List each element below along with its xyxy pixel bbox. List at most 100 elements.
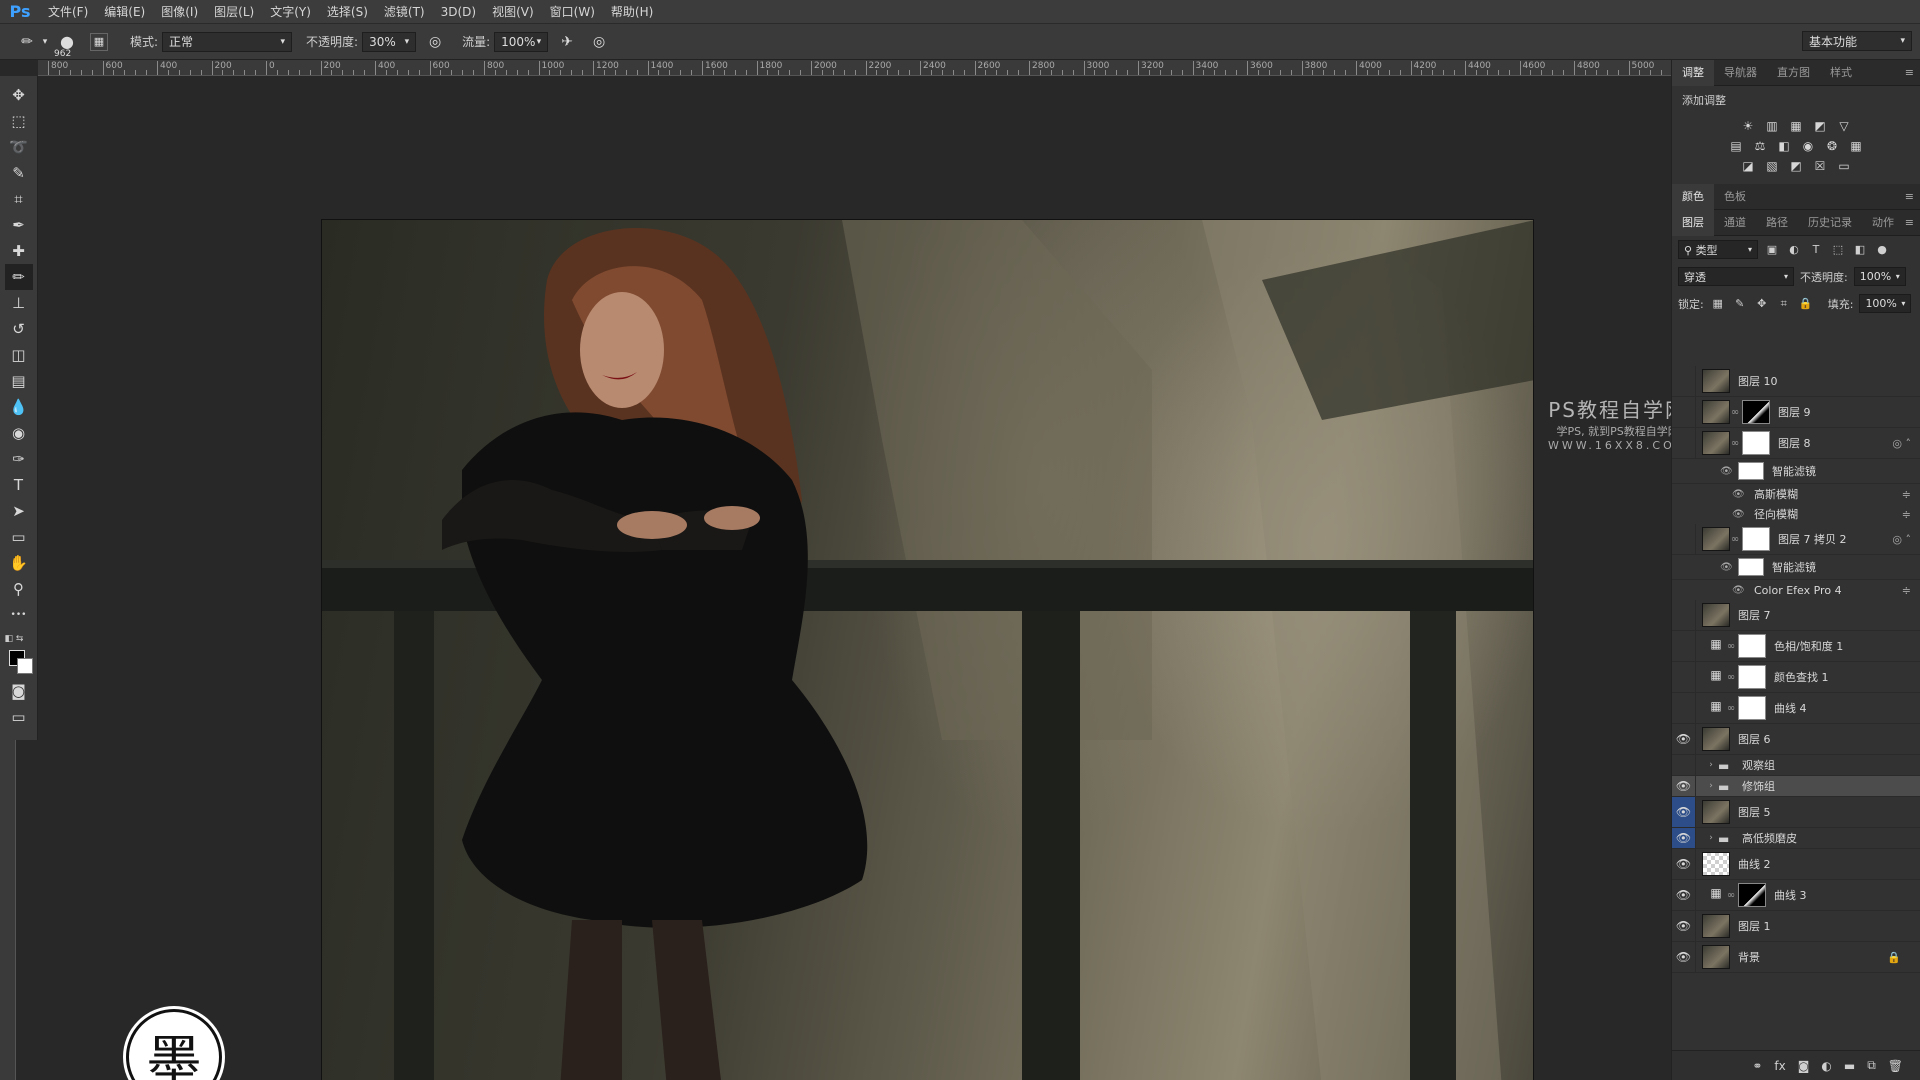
layer-thumbnail[interactable] [1702,852,1730,876]
layer-visibility-eye-icon[interactable]: 👁 [1672,776,1696,796]
panel-menu-icon[interactable]: ≡ [1905,190,1914,203]
layer-row[interactable]: 👁 曲线 2 [1672,849,1920,880]
filter-options-icon[interactable]: ≑ [1902,488,1911,501]
layer-row[interactable]: 👁 图层 6 [1672,724,1920,755]
filter-adjustment-icon[interactable]: ◐ [1786,243,1802,256]
color-balance-icon[interactable]: ⚖ [1751,138,1769,154]
pressure-size-icon[interactable]: ◎ [586,29,612,55]
menu-item[interactable]: 帮助(H) [603,0,661,24]
dodge-tool-icon[interactable]: ◉ [5,420,33,446]
layer-thumbnail[interactable] [1702,945,1730,969]
menu-item[interactable]: 滤镜(T) [376,0,433,24]
filter-type-icon[interactable]: T [1808,243,1824,256]
new-layer-icon[interactable]: ⧉ [1867,1058,1876,1073]
layer-visibility-eye-icon[interactable]: 👁 [1672,755,1696,775]
menu-item[interactable]: 视图(V) [484,0,542,24]
layer-mask-thumbnail[interactable] [1738,696,1766,720]
more-tools-icon[interactable]: ••• [5,602,33,628]
filter-shape-icon[interactable]: ⬚ [1830,243,1846,256]
vibrance-icon[interactable]: ▽ [1835,118,1853,134]
layer-row[interactable]: 👁 ∞ 图层 7 拷贝 2 ◎ ˄ [1672,524,1920,555]
brush-dropdown-chevron-icon[interactable]: ▾ [40,29,50,55]
document-canvas-area[interactable]: PS教程自学网 学PS, 就到PS教程自学网 WWW.16XX8.COM 墨 [38,77,1685,1080]
panel-tab[interactable]: 通道 [1714,210,1756,236]
menu-item[interactable]: 窗口(W) [542,0,603,24]
zoom-tool-icon[interactable]: ⚲ [5,576,33,602]
smart-filter-mask-thumbnail[interactable] [1738,558,1764,576]
layer-row[interactable]: 👁 ▦ ∞ 曲线 4 [1672,693,1920,724]
menu-item[interactable]: 文字(Y) [262,0,319,24]
curves-icon[interactable]: ▦ [1787,118,1805,134]
brush-preset-icon[interactable]: ✏ [14,29,40,55]
hue-saturation-icon[interactable]: ▤ [1727,138,1745,154]
brush-size-picker[interactable]: ● 962 [50,29,84,59]
gradient-tool-icon[interactable]: ▤ [5,368,33,394]
quick-mask-icon[interactable]: ◙ [5,678,33,704]
panel-tab[interactable]: 路径 [1756,210,1798,236]
layer-row[interactable]: 👁 图层 1 [1672,911,1920,942]
lock-position-icon[interactable]: ✥ [1754,297,1770,310]
layer-row[interactable]: 👁 › ▬ 高低频磨皮 [1672,828,1920,849]
type-tool-icon[interactable]: T [5,472,33,498]
mask-link-icon[interactable]: ∞ [1730,534,1740,545]
horizontal-ruler[interactable]: 800 600 400 200 0 200 400 600 800 1000 1200 1400 160… [38,60,1671,76]
layer-visibility-eye-icon[interactable]: 👁 [1672,397,1696,427]
menu-item[interactable]: 选择(S) [319,0,376,24]
layer-row[interactable]: 👁 背景 🔒 [1672,942,1920,973]
layer-mask-thumbnail[interactable] [1738,883,1766,907]
layer-mask-thumbnail[interactable] [1738,665,1766,689]
mode-select[interactable]: 正常 ▾ [162,31,293,52]
layer-row[interactable]: 👁 ▦ ∞ 颜色查找 1 [1672,662,1920,693]
hand-tool-icon[interactable]: ✋ [5,550,33,576]
airbrush-icon[interactable]: ✈ [554,29,580,55]
layer-row[interactable]: 👁 Color Efex Pro 4 ≑ [1672,580,1920,600]
panel-tab[interactable]: 动作 [1862,210,1904,236]
layer-thumbnail[interactable] [1702,800,1730,824]
smart-filter-mask-thumbnail[interactable] [1738,462,1764,480]
default-colors-icon[interactable]: ◧ ⇆ [5,634,33,646]
brush-panel-toggle-icon[interactable]: ▦ [90,32,108,51]
selective-color-icon[interactable]: ☒ [1811,158,1829,174]
filter-visibility-eye-icon[interactable]: 👁 [1720,562,1734,573]
layer-visibility-eye-icon[interactable]: 👁 [1672,828,1696,848]
layer-visibility-eye-icon[interactable]: 👁 [1672,631,1696,661]
layer-row[interactable]: 👁 ▦ ∞ 曲线 3 [1672,880,1920,911]
crop-tool-icon[interactable]: ⌗ [5,186,33,212]
exposure-icon[interactable]: ◩ [1811,118,1829,134]
expand-arrow-icon[interactable]: › [1704,760,1718,770]
mask-link-icon[interactable]: ∞ [1726,703,1736,714]
expand-arrow-icon[interactable]: › [1704,781,1718,791]
menu-item[interactable]: 图层(L) [206,0,262,24]
layer-visibility-eye-icon[interactable]: 👁 [1672,428,1696,458]
channel-mixer-icon[interactable]: ❂ [1823,138,1841,154]
brightness-icon[interactable]: ☀ [1739,118,1757,134]
add-mask-icon[interactable]: ◙ [1798,1059,1810,1073]
screen-mode-icon[interactable]: ▭ [5,704,33,730]
layer-visibility-eye-icon[interactable]: 👁 [1672,724,1696,754]
layer-row[interactable]: 👁 › ▬ 修饰组 [1672,776,1920,797]
color-swatches[interactable] [5,648,33,678]
mask-link-icon[interactable]: ∞ [1730,407,1740,418]
pen-tool-icon[interactable]: ✑ [5,446,33,472]
mask-link-icon[interactable]: ∞ [1730,438,1740,449]
layer-mask-thumbnail[interactable] [1742,527,1770,551]
workspace-select[interactable]: 基本功能 ▾ [1802,31,1912,51]
eyedropper-tool-icon[interactable]: ✒ [5,212,33,238]
filter-options-icon[interactable]: ≑ [1902,508,1911,521]
eraser-tool-icon[interactable]: ◫ [5,342,33,368]
panel-tab[interactable]: 调整 [1672,59,1714,86]
panel-tab[interactable]: 图层 [1672,209,1714,236]
new-adjustment-icon[interactable]: ◐ [1821,1059,1831,1073]
lock-transparent-icon[interactable]: ▦ [1710,297,1726,310]
layer-thumbnail[interactable] [1702,914,1730,938]
smart-filter-toggle-icon[interactable]: ◎ ˄ [1892,437,1911,450]
layer-row[interactable]: 👁 ▦ ∞ 色相/饱和度 1 [1672,631,1920,662]
vertical-ruler[interactable] [0,740,16,1080]
layer-row[interactable]: 👁 图层 7 [1672,600,1920,631]
stamp-tool-icon[interactable]: ⊥ [5,290,33,316]
layer-filter-select[interactable]: ⚲ 类型 ▾ [1678,240,1758,259]
pressure-opacity-icon[interactable]: ◎ [422,29,448,55]
mask-link-icon[interactable]: ∞ [1726,890,1736,901]
lock-artboard-icon[interactable]: ⌗ [1776,297,1792,311]
posterize-icon[interactable]: ▧ [1763,158,1781,174]
